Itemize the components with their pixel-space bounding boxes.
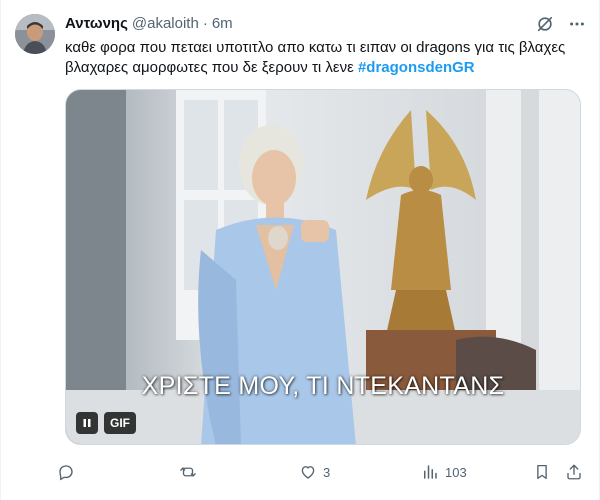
tweet-actions: 3 103 [57,460,587,484]
tweet-header: Αντωνης @akaloith · 6m [65,14,587,34]
like-button[interactable]: 3 [299,460,330,484]
avatar-image [15,14,55,54]
more-icon[interactable] [567,14,587,34]
pause-icon [83,419,91,427]
gif-subtitle: ΧΡΙΣΤΕ ΜΟΥ, ΤΙ ΝΤΕΚΑΝΤΑΝΣ [141,372,505,400]
tweet-text: καθε φορα που πεταει υποτιτλο απο κατω τ… [65,38,581,78]
separator-dot: · [202,15,208,32]
gif-badge: GIF [104,412,136,434]
pause-button[interactable] [76,412,98,434]
header-icons [535,14,587,34]
reply-button[interactable] [57,460,81,484]
bookmark-icon [537,464,547,480]
retweet-icon [180,467,196,477]
views-count: 103 [445,464,467,480]
share-icon [567,464,581,480]
like-count: 3 [323,464,331,480]
hashtag-link[interactable]: #dragonsdenGR [358,59,475,76]
tweet-card[interactable]: Αντωνης @akaloith · 6m καθε φορα που πετ… [0,0,600,500]
grok-icon[interactable] [535,14,555,34]
author-name[interactable]: Αντωνης [65,14,128,34]
views-icon [424,465,437,479]
avatar[interactable] [15,14,55,54]
timestamp[interactable]: 6m [212,14,233,34]
bookmark-button[interactable] [533,460,551,484]
gif-controls: GIF [76,412,136,434]
heart-icon [301,466,315,479]
views-button[interactable]: 103 [421,460,467,484]
reply-icon [59,465,73,481]
share-button[interactable] [565,460,583,484]
tweet-body: καθε φορα που πεταει υποτιτλο απο κατω τ… [65,39,566,76]
author-handle[interactable]: @akaloith [132,14,199,34]
retweet-button[interactable] [178,460,204,484]
gif-media[interactable]: ΧΡΙΣΤΕ ΜΟΥ, ΤΙ ΝΤΕΚΑΝΤΑΝΣ GIF [65,89,581,445]
